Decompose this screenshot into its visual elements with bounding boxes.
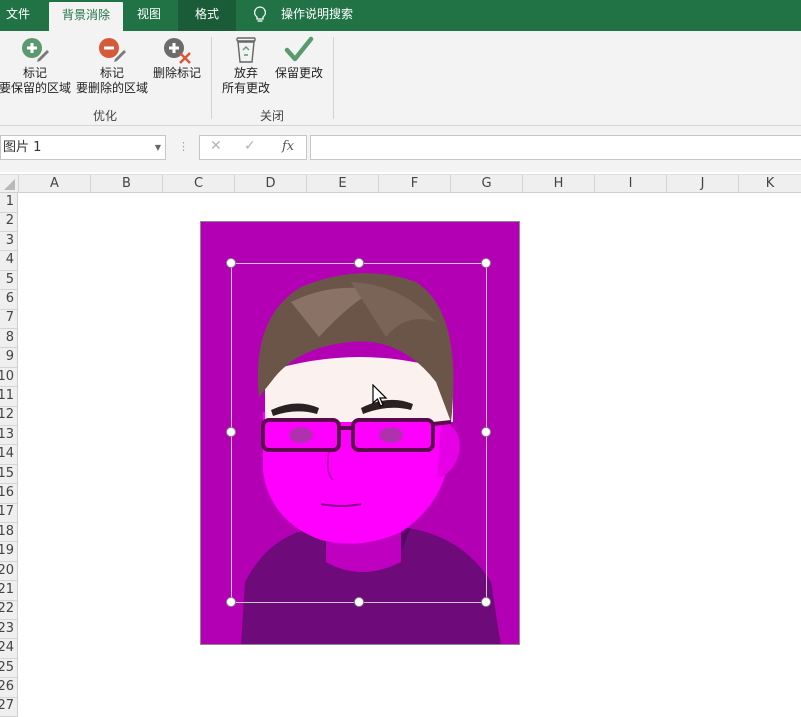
row-header-3[interactable]: 3	[6, 232, 14, 250]
row-header-15[interactable]: 15	[0, 465, 14, 483]
group-label-refine: 优化	[92, 109, 117, 123]
column-header-f[interactable]: F	[378, 175, 450, 193]
row-header-12[interactable]: 12	[0, 406, 14, 424]
column-header-k[interactable]: K	[738, 175, 801, 193]
keep-changes-label: 保留更改	[274, 66, 323, 80]
resize-handle-bottom-right[interactable]	[481, 597, 491, 607]
resize-handle-right[interactable]	[481, 427, 491, 437]
group-label-close: 关闭	[259, 109, 284, 123]
plus-pencil-icon	[22, 38, 49, 62]
lightbulb-icon[interactable]	[250, 0, 270, 31]
row-header-27[interactable]: 27	[0, 697, 14, 715]
tab-format[interactable]: 格式	[178, 0, 236, 31]
column-header-e[interactable]: E	[306, 175, 378, 193]
cancel-icon[interactable]: ✕	[210, 138, 222, 154]
resize-handle-top-right[interactable]	[481, 258, 491, 268]
column-header-c[interactable]: C	[162, 175, 234, 193]
row-header-19[interactable]: 19	[0, 542, 14, 560]
row-header-26[interactable]: 26	[0, 678, 14, 696]
formula-bar-grip-icon[interactable]: ⋮	[178, 140, 189, 153]
row-header-7[interactable]: 7	[6, 309, 14, 327]
row-header-8[interactable]: 8	[6, 329, 14, 347]
enter-icon[interactable]: ✓	[244, 138, 256, 154]
column-header-h[interactable]: H	[522, 175, 594, 193]
formula-bar: 图片 1 ▼ ⋮ ✕ ✓ fx	[0, 126, 801, 172]
row-header-2[interactable]: 2	[6, 212, 14, 230]
delete-mark-icon	[164, 38, 191, 64]
insert-function-icon[interactable]: fx	[282, 139, 294, 154]
discard-line2: 所有更改	[221, 81, 270, 95]
group-separator	[333, 37, 334, 119]
column-header-a[interactable]: A	[18, 175, 90, 193]
recycle-bin-icon	[236, 37, 256, 63]
name-box[interactable]: 图片 1 ▼	[0, 135, 166, 160]
row-header-25[interactable]: 25	[0, 659, 14, 677]
row-header-4[interactable]: 4	[6, 251, 14, 269]
keep-changes-button[interactable]: 保留更改	[274, 35, 324, 81]
name-box-value: 图片 1	[3, 140, 42, 155]
delete-mark-button[interactable]: 删除标记	[151, 35, 203, 81]
tell-me-search[interactable]: 操作说明搜索	[278, 0, 356, 31]
discard-all-changes-button[interactable]: 放弃 所有更改	[219, 35, 273, 96]
resize-handle-left[interactable]	[226, 427, 236, 437]
row-header-13[interactable]: 13	[0, 426, 14, 444]
row-header-9[interactable]: 9	[6, 348, 14, 366]
row-header-6[interactable]: 6	[6, 290, 14, 308]
row-header-18[interactable]: 18	[0, 523, 14, 541]
column-header-b[interactable]: B	[90, 175, 162, 193]
column-header-d[interactable]: D	[234, 175, 306, 193]
row-header-5[interactable]: 5	[6, 271, 14, 289]
mark-remove-line2: 要删除的区域	[75, 81, 148, 95]
row-header-16[interactable]: 16	[0, 484, 14, 502]
mouse-pointer-icon	[372, 383, 388, 411]
tab-view[interactable]: 视图	[126, 0, 172, 31]
row-header-24[interactable]: 24	[0, 639, 14, 657]
checkmark-icon	[284, 36, 314, 62]
delete-mark-label: 删除标记	[152, 66, 201, 80]
row-header-17[interactable]: 17	[0, 503, 14, 521]
formula-input[interactable]	[310, 135, 801, 160]
row-header-14[interactable]: 14	[0, 445, 14, 463]
resize-handle-top[interactable]	[354, 258, 364, 268]
mark-keep-line1: 标记	[22, 66, 47, 80]
ribbon: 标记 要保留的区域 标记 要删除的区域 删除标记 优化 放弃 所有更改 保留更改…	[0, 31, 801, 126]
resize-handle-bottom-left[interactable]	[226, 597, 236, 607]
mark-areas-to-remove-button[interactable]: 标记 要删除的区域	[75, 35, 149, 96]
chevron-down-icon[interactable]: ▼	[155, 136, 161, 159]
discard-line1: 放弃	[233, 66, 258, 80]
row-header-23[interactable]: 23	[0, 620, 14, 638]
row-header-1[interactable]: 1	[6, 193, 14, 211]
resize-handle-top-left[interactable]	[226, 258, 236, 268]
minus-pencil-icon	[99, 38, 126, 62]
row-header-11[interactable]: 11	[0, 387, 14, 405]
row-header-20[interactable]: 20	[0, 562, 14, 580]
mark-remove-line1: 标记	[99, 66, 124, 80]
picture-selection-frame	[231, 263, 487, 603]
row-header-10[interactable]: 10	[0, 368, 14, 386]
column-header-j[interactable]: J	[666, 175, 738, 193]
mark-keep-line2: 要保留的区域	[0, 81, 71, 95]
mark-areas-to-keep-button[interactable]: 标记 要保留的区域	[0, 35, 72, 96]
ribbon-tab-bar: 文件 背景消除 视图 格式 操作说明搜索	[0, 0, 801, 31]
select-all-corner[interactable]	[0, 175, 18, 193]
tab-background-removal[interactable]: 背景消除	[49, 2, 123, 31]
column-header-i[interactable]: I	[594, 175, 666, 193]
row-header-22[interactable]: 22	[0, 600, 14, 618]
row-header-21[interactable]: 21	[0, 581, 14, 599]
tab-file[interactable]: 文件	[0, 0, 36, 31]
resize-handle-bottom[interactable]	[354, 597, 364, 607]
column-header-g[interactable]: G	[450, 175, 522, 193]
formula-buttons: ✕ ✓ fx	[199, 135, 307, 160]
row-header: 1234567891011121314151617181920212223242…	[0, 193, 18, 717]
column-header: A B C D E F G H I J K	[0, 174, 801, 193]
